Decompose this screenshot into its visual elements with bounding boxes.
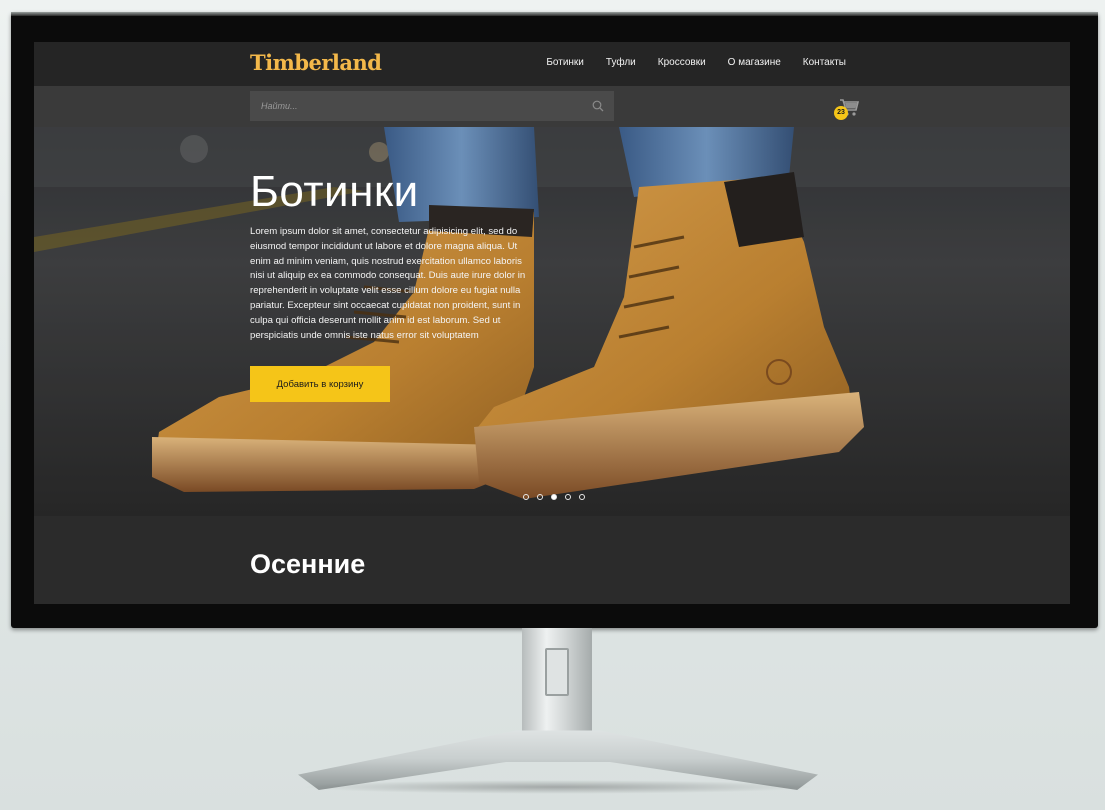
- nav-item-boots[interactable]: Ботинки: [546, 57, 584, 68]
- search-box: [250, 91, 614, 121]
- monitor-stand-cutout: [545, 648, 569, 696]
- hero-description: Lorem ipsum dolor sit amet, consectetur …: [250, 226, 526, 341]
- slider-dot-3[interactable]: [551, 494, 557, 500]
- nav-item-shoes[interactable]: Туфли: [606, 57, 636, 68]
- slider-dot-2[interactable]: [537, 494, 543, 500]
- logo[interactable]: Timberland: [250, 50, 382, 75]
- cart-count-badge: 23: [834, 106, 848, 120]
- hero-title: Ботинки: [250, 167, 419, 216]
- slider-dots: [523, 494, 585, 500]
- search-icon[interactable]: [592, 100, 604, 112]
- monitor-bezel: [11, 12, 1098, 16]
- slider-dot-5[interactable]: [579, 494, 585, 500]
- site-header: Timberland Ботинки Туфли Кроссовки О маг…: [34, 42, 1070, 86]
- nav-item-sneakers[interactable]: Кроссовки: [658, 57, 706, 68]
- hero-boots-image: [34, 127, 1070, 516]
- main-nav: Ботинки Туфли Кроссовки О магазине Конта…: [546, 57, 846, 68]
- nav-item-contacts[interactable]: Контакты: [803, 57, 846, 68]
- slider-dot-4[interactable]: [565, 494, 571, 500]
- monitor: Timberland Ботинки Туфли Кроссовки О маг…: [11, 12, 1098, 628]
- cart-button[interactable]: 23: [832, 96, 860, 120]
- add-to-cart-button[interactable]: Добавить в корзину: [250, 366, 390, 402]
- slider-dot-1[interactable]: [523, 494, 529, 500]
- screen: Timberland Ботинки Туфли Кроссовки О маг…: [34, 42, 1070, 604]
- search-bar: 23: [34, 86, 1070, 127]
- section-title: Осенние: [250, 549, 366, 579]
- floor-shadow: [300, 780, 815, 794]
- hero-slider: Ботинки Lorem ipsum dolor sit amet, cons…: [34, 127, 1070, 516]
- nav-item-about[interactable]: О магазине: [728, 57, 781, 68]
- search-input[interactable]: [250, 91, 580, 121]
